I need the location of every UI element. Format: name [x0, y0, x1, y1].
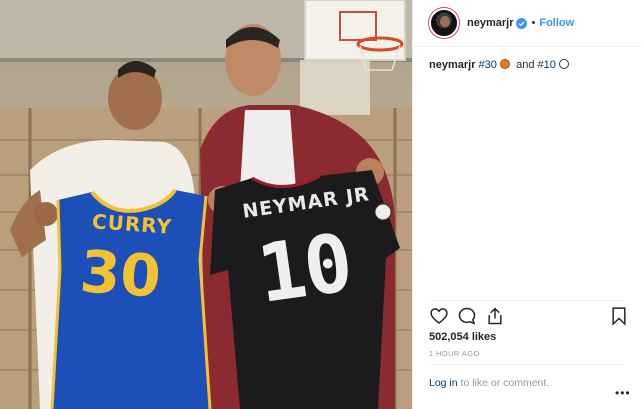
verified-badge-icon	[516, 17, 528, 29]
soccer-ball-icon	[558, 59, 569, 69]
post-actions	[429, 306, 626, 330]
post-side-panel: neymarjr • Follow neymarjr #30 and #10 5…	[412, 0, 641, 409]
header-separator: •	[531, 17, 536, 29]
jersey-curry-number: 30	[77, 237, 163, 311]
jersey-neymar-number: 10	[251, 216, 357, 321]
post-photo[interactable]: CURRY 30 NEYMAR JR 10	[0, 0, 412, 409]
comment-divider	[429, 364, 626, 365]
login-suffix: to like or comment.	[457, 377, 550, 389]
follow-button[interactable]: Follow	[539, 17, 574, 29]
heart-icon[interactable]	[429, 306, 449, 326]
header-username[interactable]: neymarjr	[467, 17, 513, 29]
post-timestamp[interactable]: 1 HOUR AGO	[429, 349, 480, 358]
bookmark-icon[interactable]	[609, 306, 629, 326]
basketball-icon	[499, 59, 510, 69]
comment-icon[interactable]	[457, 306, 477, 326]
share-icon[interactable]	[485, 306, 505, 326]
post-caption: neymarjr #30 and #10	[429, 58, 569, 72]
actions-divider	[429, 300, 626, 301]
caption-username[interactable]: neymarjr	[429, 59, 475, 71]
hashtag-10[interactable]: #10	[538, 59, 556, 71]
login-link[interactable]: Log in	[429, 377, 458, 389]
likes-count[interactable]: 502,054 likes	[429, 331, 496, 343]
more-options-button[interactable]: •••	[615, 386, 631, 400]
post-header: neymarjr • Follow	[413, 0, 641, 47]
hashtag-30[interactable]: #30	[479, 59, 497, 71]
caption-conjunction: and	[516, 59, 535, 71]
login-prompt: Log in to like or comment.	[429, 377, 549, 389]
avatar[interactable]	[429, 8, 459, 38]
